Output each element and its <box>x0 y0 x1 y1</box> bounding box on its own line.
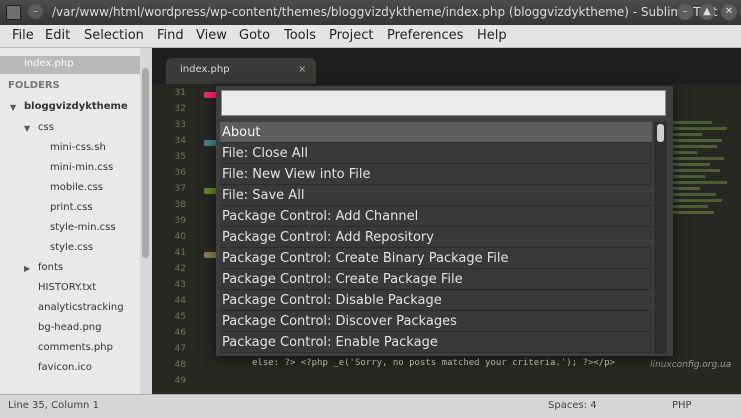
watermark: linuxconfig.org.ua <box>650 360 732 370</box>
palette-item[interactable]: File: New View into File <box>220 164 652 185</box>
menu-view[interactable]: View <box>196 28 227 43</box>
code-line: else: ?> <?php _e('Sorry, no posts match… <box>252 358 616 368</box>
file-item[interactable]: mobile.css <box>50 182 103 193</box>
title-bar: – /var/www/html/wordpress/wp-content/the… <box>0 0 741 25</box>
file-item[interactable]: analyticstracking <box>38 302 124 313</box>
folders-header: FOLDERS <box>8 80 60 91</box>
open-file-item[interactable]: index.php <box>0 56 140 74</box>
line-number: 37 <box>174 184 186 194</box>
line-number: 36 <box>174 168 186 178</box>
tab-label: index.php <box>180 64 230 75</box>
palette-item[interactable]: Package Control: Create Binary Package F… <box>220 248 652 269</box>
menu-circle-icon[interactable]: – <box>28 4 43 19</box>
palette-item[interactable]: File: Save All <box>220 185 652 206</box>
line-number: 38 <box>174 200 186 210</box>
line-number: 41 <box>174 248 186 258</box>
tab-index-php[interactable]: index.php × <box>166 58 316 84</box>
command-palette: About File: Close All File: New View int… <box>216 86 673 356</box>
palette-item[interactable]: Package Control: Create Package File <box>220 269 652 290</box>
menu-selection[interactable]: Selection <box>84 28 144 43</box>
line-number-gutter: 31 32 33 34 35 36 37 38 39 40 41 42 43 4… <box>152 84 192 394</box>
palette-scrollbar[interactable] <box>654 122 667 354</box>
line-number: 43 <box>174 280 186 290</box>
palette-item[interactable]: Package Control: Discover Packages <box>220 311 652 332</box>
file-item[interactable]: mini-css.sh <box>50 142 106 153</box>
menu-bar: File Edit Selection Find View Goto Tools… <box>0 25 741 48</box>
status-bar: Line 35, Column 1 Spaces: 4 PHP <box>0 394 741 418</box>
tab-close-icon[interactable]: × <box>298 64 306 75</box>
minimap[interactable] <box>672 118 732 368</box>
scroll-thumb[interactable] <box>142 68 149 258</box>
command-palette-list: About File: Close All File: New View int… <box>220 122 652 354</box>
line-number: 39 <box>174 216 186 226</box>
line-number: 31 <box>174 88 186 98</box>
palette-item[interactable]: Package Control: Disable Package <box>220 290 652 311</box>
file-item[interactable]: style.css <box>50 242 93 253</box>
expand-arrow-icon[interactable]: ▼ <box>10 103 16 112</box>
line-number: 48 <box>174 360 186 370</box>
line-number: 33 <box>174 120 186 130</box>
window-title: /var/www/html/wordpress/wp-content/theme… <box>52 5 718 19</box>
open-file-label: index.php <box>24 58 74 69</box>
menu-project[interactable]: Project <box>329 28 373 43</box>
file-item[interactable]: comments.php <box>38 342 113 353</box>
indentation-setting[interactable]: Spaces: 4 <box>548 400 597 411</box>
line-number: 35 <box>174 152 186 162</box>
line-number: 47 <box>174 344 186 354</box>
tab-strip: index.php × <box>152 48 741 84</box>
line-number: 49 <box>174 376 186 386</box>
app-icon[interactable] <box>6 5 21 20</box>
palette-item[interactable]: Package Control: Add Channel <box>220 206 652 227</box>
close-icon[interactable]: ✕ <box>721 4 737 20</box>
palette-item[interactable]: Package Control: Enable Package <box>220 332 652 353</box>
file-item[interactable]: mini-min.css <box>50 162 113 173</box>
line-number: 32 <box>174 104 186 114</box>
file-item[interactable]: bg-head.png <box>38 322 101 333</box>
menu-file[interactable]: File <box>12 28 34 43</box>
file-item[interactable]: style-min.css <box>50 222 116 233</box>
menu-edit[interactable]: Edit <box>45 28 70 43</box>
menu-tools[interactable]: Tools <box>284 28 316 43</box>
sidebar-scrollbar[interactable] <box>140 48 152 394</box>
line-number: 46 <box>174 328 186 338</box>
menu-help[interactable]: Help <box>477 28 507 43</box>
folder-root[interactable]: bloggvizdyktheme <box>24 101 128 112</box>
file-item[interactable]: HISTORY.txt <box>38 282 96 293</box>
folder-fonts[interactable]: fonts <box>38 262 63 273</box>
expand-arrow-icon[interactable]: ▼ <box>24 124 30 133</box>
maximize-icon[interactable]: ▲ <box>699 4 715 20</box>
line-number: 45 <box>174 312 186 322</box>
collapse-arrow-icon[interactable]: ▶ <box>24 264 30 273</box>
menu-find[interactable]: Find <box>157 28 184 43</box>
palette-item[interactable]: Package Control: Add Repository <box>220 227 652 248</box>
menu-goto[interactable]: Goto <box>239 28 270 43</box>
menu-preferences[interactable]: Preferences <box>387 28 463 43</box>
command-palette-input[interactable] <box>221 90 666 116</box>
line-number: 42 <box>174 264 186 274</box>
syntax-mode[interactable]: PHP <box>672 400 692 411</box>
file-item[interactable]: favicon.ico <box>38 362 92 373</box>
folder-css[interactable]: css <box>38 122 54 133</box>
cursor-position: Line 35, Column 1 <box>8 400 99 411</box>
line-number: 40 <box>174 232 186 242</box>
line-number: 44 <box>174 296 186 306</box>
palette-item-about[interactable]: About <box>220 122 652 143</box>
sidebar: index.php FOLDERS ▼ bloggvizdyktheme ▼ c… <box>0 48 140 394</box>
palette-item[interactable]: File: Close All <box>220 143 652 164</box>
scroll-thumb[interactable] <box>657 124 664 142</box>
line-number: 34 <box>174 136 186 146</box>
file-item[interactable]: print.css <box>50 202 93 213</box>
minimize-icon[interactable]: – <box>677 4 693 20</box>
